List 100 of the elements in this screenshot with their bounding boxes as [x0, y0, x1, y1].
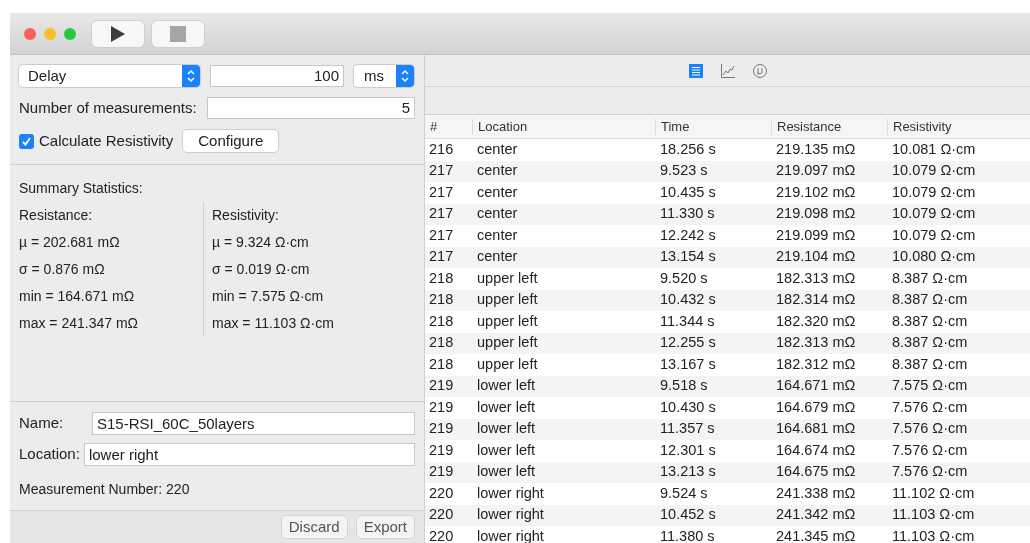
table-cell-text: 10.432 s: [659, 290, 717, 310]
table-cell-text: upper left: [476, 268, 539, 288]
line-chart-icon[interactable]: [719, 62, 736, 79]
table-cell-text: 13.167 s: [659, 354, 717, 374]
table-cell-text: 12.301 s: [659, 440, 717, 460]
name-field[interactable]: S15-RSI_60C_50layers: [92, 412, 415, 435]
table-cell-text: 219.135 mΩ: [775, 139, 857, 159]
stop-icon: [170, 25, 186, 42]
table-cell-text: 217: [428, 182, 455, 202]
stepper-icon: [396, 65, 414, 87]
table-cell-text: 241.345 mΩ: [775, 526, 857, 543]
table-cell-text: 219: [428, 397, 455, 417]
table-cell-text: 220: [428, 483, 455, 503]
table-cell-text: upper left: [476, 333, 539, 353]
table-cell-text: 218: [428, 290, 455, 310]
table-cell-text: 8.387 Ω·cm: [891, 268, 969, 288]
column-header[interactable]: Resistance: [772, 118, 888, 135]
table-cell-text: 10.081 Ω·cm: [891, 139, 977, 159]
table-cell-text: lower right: [476, 526, 545, 543]
table-cell-text: 10.435 s: [659, 182, 717, 202]
table-cell-text: 11.344 s: [659, 311, 716, 331]
table-cell-text: 217: [428, 204, 455, 224]
table-cell-text: 182.314 mΩ: [775, 290, 857, 310]
table-cell-text: 182.313 mΩ: [775, 268, 857, 288]
stat-value: min = 7.575 Ω·cm: [212, 287, 325, 306]
table-cell-text: center: [476, 247, 519, 267]
table-cell-text: 10.430 s: [659, 397, 717, 417]
table-cell-text: 217: [428, 161, 455, 181]
table-cell-text: upper left: [476, 290, 539, 310]
table-cell-text: 13.213 s: [659, 462, 717, 482]
table-cell-text: 11.103 Ω·cm: [891, 526, 976, 543]
stat-value: min = 164.671 mΩ: [19, 287, 136, 306]
table-cell-text: 11.330 s: [659, 204, 716, 224]
play-button[interactable]: [92, 20, 144, 47]
table-cell-text: 217: [428, 225, 455, 245]
measurements-label: Number of measurements:: [19, 97, 197, 118]
table-cell-text: 219.097 mΩ: [775, 161, 857, 181]
zoom-window-icon[interactable]: [64, 27, 76, 40]
table-view-icon[interactable]: [687, 62, 704, 79]
table-cell-text: 219: [428, 462, 455, 482]
table-cell-text: 12.242 s: [659, 225, 717, 245]
table-cell-text: 218: [428, 333, 455, 353]
stat-value: max = 11.103 Ω·cm: [212, 314, 334, 333]
unit-dropdown[interactable]: ms: [354, 65, 414, 87]
table-cell-text: 164.674 mΩ: [775, 440, 857, 460]
table-cell-text: 216: [428, 139, 455, 159]
stat-value: σ = 0.876 mΩ: [19, 260, 106, 279]
delay-field[interactable]: 100: [210, 65, 344, 87]
table-cell-text: center: [476, 139, 519, 159]
table-cell-text: 7.575 Ω·cm: [891, 376, 969, 396]
table-cell-text: 7.576 Ω·cm: [891, 419, 969, 439]
table-cell-text: 8.387 Ω·cm: [891, 311, 969, 331]
column-header[interactable]: Location: [473, 118, 656, 135]
stat-value: µ = 9.324 Ω·cm: [212, 233, 310, 252]
stepper-icon: [182, 65, 200, 87]
table-cell-text: 11.357 s: [659, 419, 716, 439]
table-cell-text: 164.681 mΩ: [775, 419, 857, 439]
location-field[interactable]: lower right: [83, 443, 415, 466]
footer-button[interactable]: Export: [356, 516, 414, 538]
footer-button[interactable]: Discard: [281, 516, 347, 538]
table-cell-text: center: [476, 204, 519, 224]
table-cell-text: 10.079 Ω·cm: [891, 225, 977, 245]
close-window-icon[interactable]: [24, 27, 36, 40]
table-cell-text: lower left: [476, 397, 537, 417]
measurements-field[interactable]: 5: [206, 97, 415, 119]
mode-dropdown[interactable]: Delay: [19, 65, 200, 87]
table-cell-text: 10.452 s: [659, 505, 717, 525]
table-cell-text: upper left: [476, 354, 539, 374]
table-cell-text: 219.104 mΩ: [775, 247, 857, 267]
checkbox-label[interactable]: Calculate Resistivity: [39, 129, 174, 153]
column-header[interactable]: Time: [656, 118, 772, 135]
table-cell-text: lower right: [476, 505, 545, 525]
mu-circle-icon[interactable]: [751, 62, 768, 79]
checkmark-icon: [21, 135, 32, 147]
table-cell-text: 10.080 Ω·cm: [891, 247, 977, 267]
configure-button[interactable]: Configure: [183, 130, 279, 152]
stat-heading: Resistance:: [19, 206, 94, 225]
table-cell-text: 9.520 s: [659, 268, 709, 288]
table-cell-text: 219.102 mΩ: [775, 182, 857, 202]
table-cell-text: 164.679 mΩ: [775, 397, 857, 417]
column-header[interactable]: #: [425, 118, 473, 135]
table-cell-text: 241.338 mΩ: [775, 483, 857, 503]
column-header[interactable]: Resistivity: [888, 118, 1030, 135]
stat-value: σ = 0.019 Ω·cm: [212, 260, 311, 279]
table-cell-text: lower left: [476, 376, 537, 396]
table-cell-text: upper left: [476, 311, 539, 331]
table-cell-text: 219: [428, 440, 455, 460]
table-cell-text: 10.079 Ω·cm: [891, 204, 977, 224]
table-cell-text: 217: [428, 247, 455, 267]
checkbox[interactable]: [19, 133, 34, 149]
table-cell-text: 8.387 Ω·cm: [891, 290, 969, 310]
table-cell-text: 219: [428, 376, 455, 396]
table-cell-text: 220: [428, 505, 455, 525]
table-cell-text: lower left: [476, 462, 537, 482]
table-cell-text: 10.079 Ω·cm: [891, 161, 977, 181]
name-label: Name:: [19, 413, 65, 434]
stat-heading: Resistivity:: [212, 206, 280, 225]
table-cell-text: center: [476, 182, 519, 202]
table-cell-text: 218: [428, 354, 455, 374]
table-cell-text: 219: [428, 419, 455, 439]
